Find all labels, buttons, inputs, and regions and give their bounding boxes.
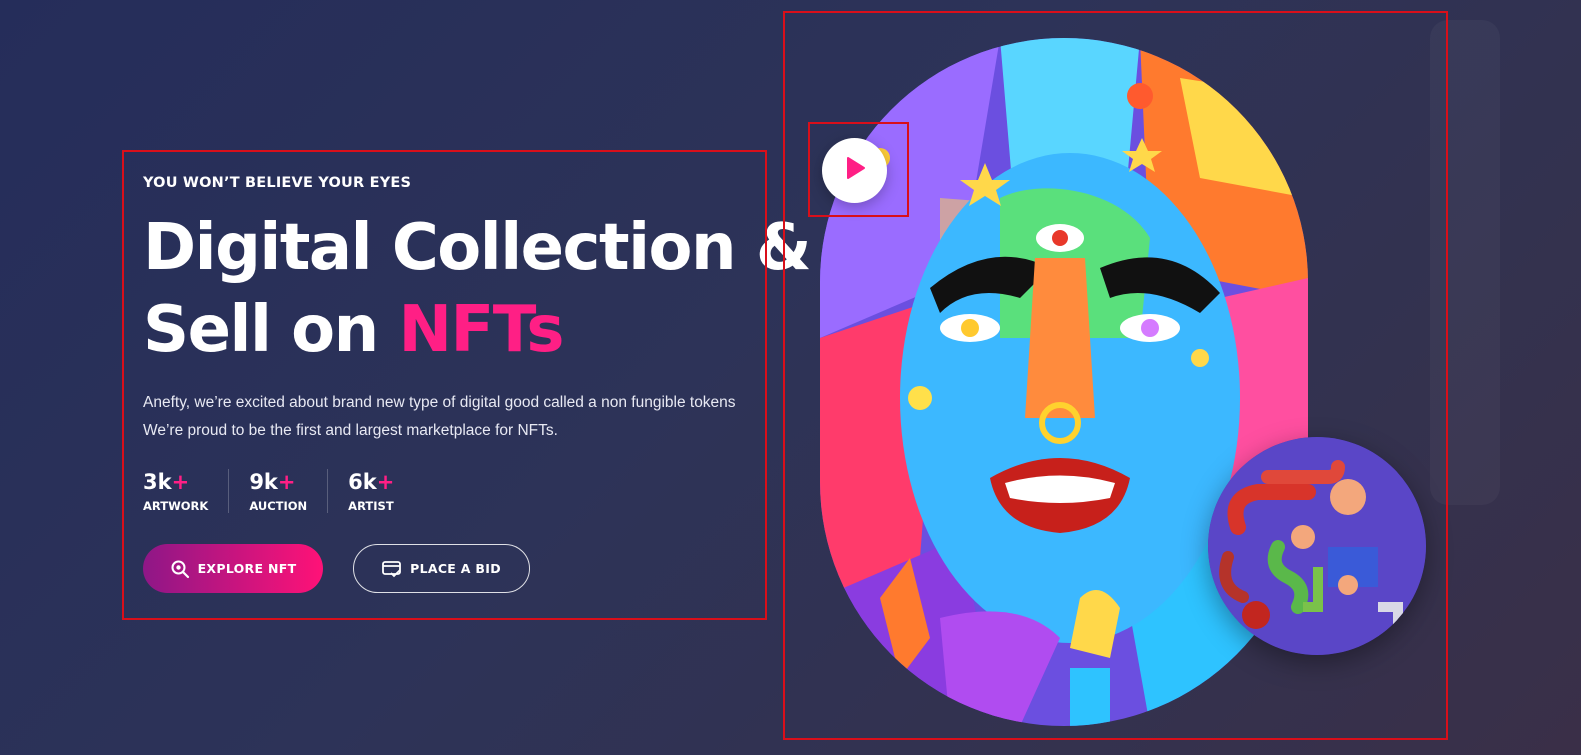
hero-title-line2-prefix: Sell on — [143, 293, 399, 367]
secondary-nft-artwork-image — [1208, 437, 1426, 655]
hero-title-accent: NFTs — [398, 293, 564, 367]
hero-text-block: YOU WON’T BELIEVE YOUR EYES Digital Coll… — [143, 175, 812, 513]
background-panel — [1430, 20, 1500, 505]
stat-plus: + — [376, 470, 395, 494]
nft-artwork-image — [820, 38, 1308, 726]
stat-artwork: 3k+ ARTWORK — [143, 469, 230, 513]
stat-plus: + — [171, 470, 190, 494]
stat-value: 6k — [348, 470, 377, 494]
stat-value: 9k — [249, 470, 278, 494]
card-check-icon — [382, 560, 402, 578]
hero-description-line1: Anefty, we’re excited about brand new ty… — [143, 394, 736, 411]
stat-label: ARTIST — [348, 499, 394, 513]
place-bid-label: PLACE A BID — [410, 561, 501, 576]
stat-auction: 9k+ AUCTION — [249, 469, 329, 513]
hero-title-line1: Digital Collection & — [143, 211, 812, 285]
explore-nft-button[interactable]: EXPLORE NFT — [143, 544, 323, 593]
stat-plus: + — [277, 470, 296, 494]
hero-description-line2: We’re proud to be the first and largest … — [143, 422, 558, 439]
hero-title: Digital Collection & Sell on NFTs — [143, 207, 812, 371]
play-icon — [844, 156, 866, 185]
hero-buttons: EXPLORE NFT PLACE A BID — [143, 544, 530, 593]
hero-subtitle: YOU WON’T BELIEVE YOUR EYES — [143, 175, 412, 191]
stat-artist: 6k+ ARTIST — [348, 469, 414, 513]
hero-description: Anefty, we’re excited about brand new ty… — [143, 389, 763, 445]
stats-row: 3k+ ARTWORK 9k+ AUCTION 6k+ ARTIST — [143, 469, 763, 513]
stat-value: 3k — [143, 470, 172, 494]
search-gear-icon — [170, 559, 190, 579]
explore-nft-label: EXPLORE NFT — [197, 561, 297, 576]
play-video-button[interactable] — [822, 138, 887, 203]
place-bid-button[interactable]: PLACE A BID — [353, 544, 530, 593]
stat-label: AUCTION — [249, 499, 308, 513]
stat-label: ARTWORK — [143, 499, 209, 513]
